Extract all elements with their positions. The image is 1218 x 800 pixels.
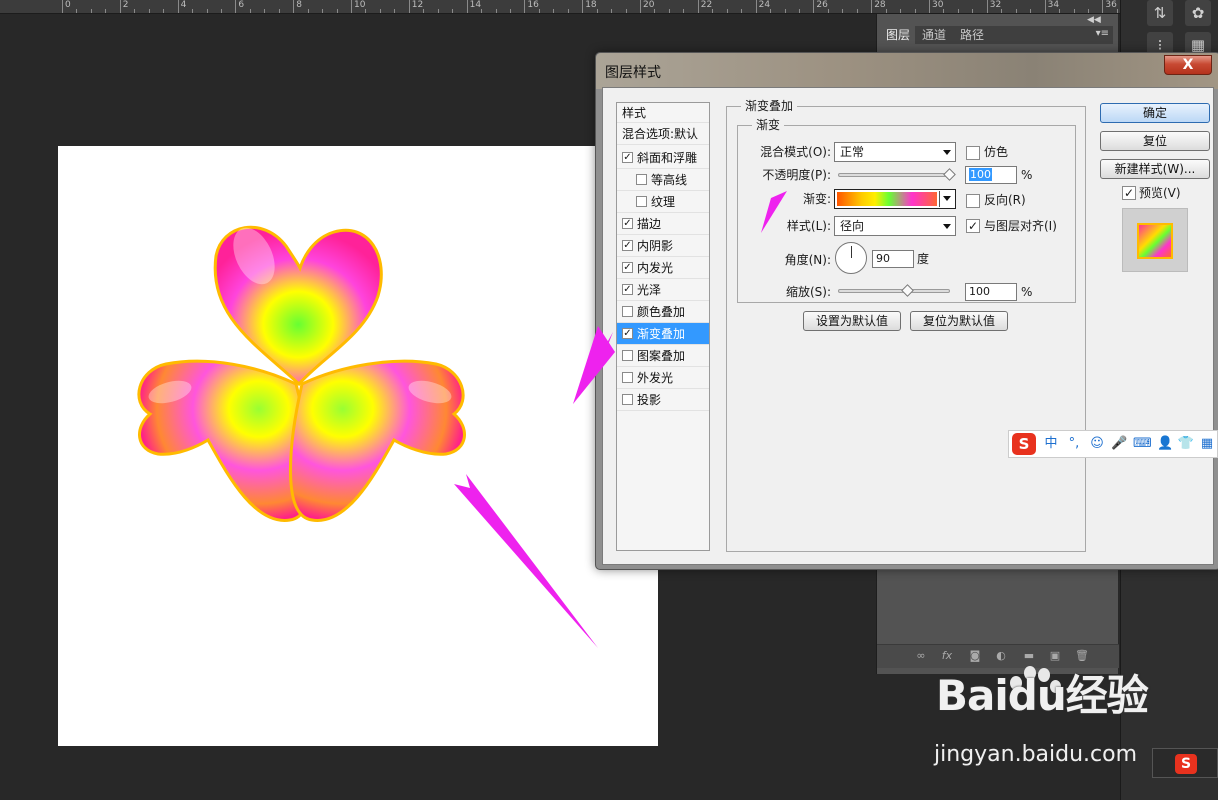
sogou-mini-icon[interactable]: S xyxy=(1175,754,1197,774)
baidu-watermark-logo: Baidu经验 xyxy=(936,664,1150,718)
annotation-arrow-gradient xyxy=(761,191,787,233)
toolbox-icon[interactable]: ▦ xyxy=(1199,435,1215,453)
skin-icon[interactable]: 👕 xyxy=(1177,435,1195,453)
microphone-icon[interactable]: 🎤 xyxy=(1111,435,1127,453)
ime-toolbar: S 中 °, ☺ 🎤 ⌨ 👤 👕 ▦ xyxy=(1008,430,1218,458)
baidu-brand-text: Baidu经验 xyxy=(936,671,1149,720)
keyboard-icon[interactable]: ⌨ xyxy=(1133,435,1152,453)
ime-punctuation[interactable]: °, xyxy=(1065,435,1083,453)
watermark-url: jingyan.baidu.com xyxy=(934,742,1138,767)
smiley-icon[interactable]: ☺ xyxy=(1089,435,1105,453)
ime-chinese-mode[interactable]: 中 xyxy=(1043,435,1059,453)
ime-status-mini: S xyxy=(1152,748,1218,778)
sogou-logo-icon[interactable]: S xyxy=(1012,433,1036,455)
user-icon[interactable]: 👤 xyxy=(1157,435,1173,453)
annotation-arrow-style-list-head xyxy=(573,326,615,404)
